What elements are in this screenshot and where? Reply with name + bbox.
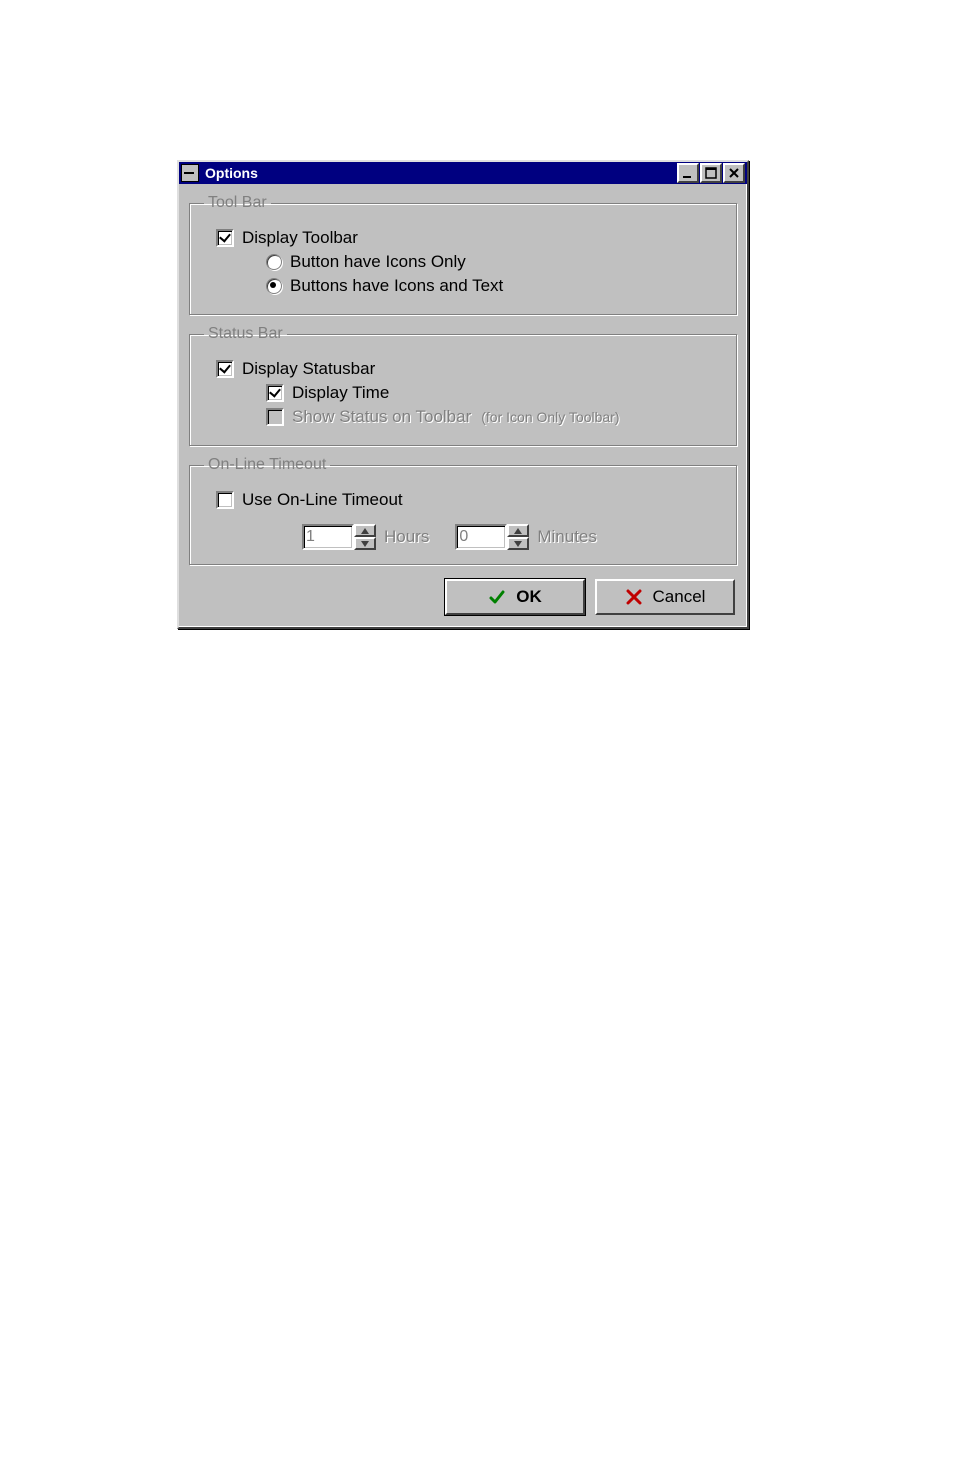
titlebar[interactable]: Options [179, 162, 747, 184]
window-buttons [676, 163, 745, 183]
minutes-spinner [455, 524, 529, 550]
icons-only-radio[interactable] [266, 254, 282, 270]
group-statusbar: Status Bar Display Statusbar Display Tim… [189, 325, 737, 446]
minutes-input [455, 524, 507, 550]
show-status-on-toolbar-label: Show Status on Toolbar [292, 407, 471, 427]
options-window: Options Tool Bar Display Toolbar Button [177, 160, 749, 629]
show-status-on-toolbar-checkbox [266, 408, 284, 426]
app-icon [181, 164, 199, 182]
icons-text-row[interactable]: Buttons have Icons and Text [202, 276, 724, 296]
display-toolbar-label: Display Toolbar [242, 228, 358, 248]
hours-spinner [302, 524, 376, 550]
cancel-button[interactable]: Cancel [595, 579, 735, 615]
timeout-values-row: Hours Minutes [202, 524, 724, 550]
ok-button[interactable]: OK [445, 579, 585, 615]
icons-only-label: Button have Icons Only [290, 252, 466, 272]
group-timeout: On-Line Timeout Use On-Line Timeout Hour… [189, 456, 737, 565]
group-timeout-legend: On-Line Timeout [204, 456, 330, 474]
close-button[interactable] [723, 163, 745, 183]
minutes-label: Minutes [537, 527, 597, 547]
check-icon [488, 588, 506, 606]
maximize-button[interactable] [700, 163, 722, 183]
hours-label: Hours [384, 527, 429, 547]
use-timeout-label: Use On-Line Timeout [242, 490, 403, 510]
icons-only-row[interactable]: Button have Icons Only [202, 252, 724, 272]
display-time-row[interactable]: Display Time [202, 383, 724, 403]
minutes-down-button [507, 537, 529, 550]
display-statusbar-label: Display Statusbar [242, 359, 375, 379]
display-statusbar-row[interactable]: Display Statusbar [202, 359, 724, 379]
display-toolbar-checkbox[interactable] [216, 229, 234, 247]
minutes-up-button [507, 524, 529, 537]
display-toolbar-row[interactable]: Display Toolbar [202, 228, 724, 248]
use-timeout-row[interactable]: Use On-Line Timeout [202, 490, 724, 510]
client-area: Tool Bar Display Toolbar Button have Ico… [179, 184, 747, 627]
icons-text-radio[interactable] [266, 278, 282, 294]
group-toolbar: Tool Bar Display Toolbar Button have Ico… [189, 194, 737, 315]
show-status-on-toolbar-row: Show Status on Toolbar (for Icon Only To… [202, 407, 724, 427]
group-toolbar-legend: Tool Bar [204, 194, 271, 212]
group-statusbar-legend: Status Bar [204, 325, 287, 343]
dialog-buttons: OK Cancel [189, 575, 737, 615]
display-statusbar-checkbox[interactable] [216, 360, 234, 378]
ok-button-label: OK [516, 587, 542, 607]
cancel-button-label: Cancel [653, 587, 706, 607]
hours-input [302, 524, 354, 550]
show-status-on-toolbar-hint: (for Icon Only Toolbar) [481, 409, 619, 425]
hours-up-button [354, 524, 376, 537]
use-timeout-checkbox[interactable] [216, 491, 234, 509]
hours-down-button [354, 537, 376, 550]
display-time-label: Display Time [292, 383, 389, 403]
display-time-checkbox[interactable] [266, 384, 284, 402]
icons-text-label: Buttons have Icons and Text [290, 276, 503, 296]
window-title: Options [205, 165, 676, 181]
minimize-button[interactable] [677, 163, 699, 183]
x-icon [625, 588, 643, 606]
